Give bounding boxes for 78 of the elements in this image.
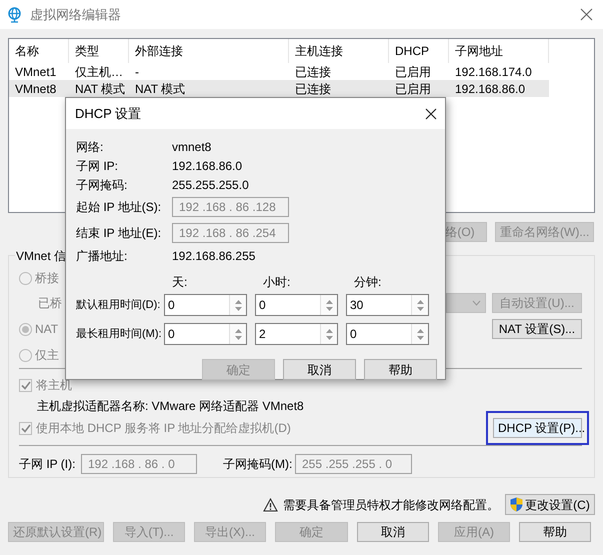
spin-box[interactable]: 0 [255, 294, 338, 316]
caret-icon [472, 300, 481, 306]
table-cell-text: VMnet1 [14, 64, 58, 80]
field-label: 子网 IP: [76, 158, 120, 174]
column-label: 分钟: [354, 274, 382, 288]
dialog-title: DHCP 设置 [75, 104, 142, 123]
shield-icon [510, 497, 524, 512]
up-arrow-icon[interactable] [326, 328, 332, 332]
table-cell-text: 已连接 [294, 80, 332, 97]
dropdown[interactable] [446, 293, 486, 313]
field-value: 192.168.86.255 [172, 248, 256, 264]
up-arrow-icon[interactable] [234, 300, 242, 304]
nat-settings-button[interactable]: NAT 设置(S)... [492, 319, 582, 339]
field-value: 192.168.86.0 [172, 158, 242, 174]
table-cell-text: - [134, 64, 140, 80]
window-title: 虚拟网络编辑器 [30, 6, 121, 24]
close-icon[interactable] [425, 108, 437, 120]
down-arrow-icon[interactable] [234, 306, 242, 310]
column-header[interactable]: DHCP [389, 39, 449, 63]
spin-box[interactable]: 30 [346, 294, 429, 316]
checkbox-label: 使用本地 DHCP 服务将 IP 地址分配给虚拟机(D) [36, 420, 291, 437]
field-label: 广播地址: [76, 248, 128, 264]
table-cell-text: 192.168.174.0 [454, 64, 533, 80]
admin-notice: 需要具备管理员特权才能修改网络配置。 [283, 496, 499, 514]
radio-label: NAT [35, 321, 58, 338]
field-label: 子网掩码(M): [223, 456, 294, 473]
down-arrow-icon[interactable] [416, 336, 424, 340]
adapter-name: 主机虚拟适配器名称: VMware 网络适配器 VMnet8 [37, 398, 304, 415]
dialog-button[interactable]: 帮助 [364, 359, 437, 380]
radio-label: 桥接 [35, 270, 59, 287]
spin-box[interactable]: 2 [255, 323, 338, 345]
change-settings-button[interactable]: 更改设置(C) [505, 494, 595, 515]
group-title: VMnet 信 [15, 247, 68, 265]
up-arrow-icon[interactable] [326, 300, 332, 304]
table-cell-text: 仅主机… [74, 64, 124, 80]
column-label: 天: [172, 274, 188, 288]
table-cell-text: VMnet8 [14, 80, 58, 97]
table-cell-text: NAT 模式 [74, 80, 126, 97]
column-header[interactable]: 名称 [9, 39, 69, 63]
spin-box[interactable]: 0 [346, 323, 429, 345]
table-cell-text: NAT 模式 [134, 80, 186, 97]
field-value: 255.255.255.0 [172, 176, 249, 194]
field-label: 默认租用时间(D): [76, 298, 162, 313]
field-value: vmnet8 [172, 138, 212, 156]
field-label: 结束 IP 地址(E): [76, 225, 162, 242]
field-label: 起始 IP 地址(S): [76, 199, 162, 216]
up-arrow-icon[interactable] [234, 328, 242, 332]
down-arrow-icon[interactable] [326, 336, 332, 340]
down-arrow-icon[interactable] [416, 306, 424, 310]
table-cell-text: 已启用 [394, 64, 432, 80]
warning-icon [263, 498, 278, 512]
spin-box[interactable]: 0 [164, 294, 247, 316]
column-header[interactable]: 类型 [69, 39, 129, 63]
table-cell-text: 已连接 [294, 64, 332, 80]
field-label: 网络: [76, 138, 104, 156]
up-arrow-icon[interactable] [416, 328, 424, 332]
column-header[interactable]: 外部连接 [129, 39, 289, 63]
table-cell-text: 已启用 [394, 80, 432, 97]
column-label: 小时: [263, 274, 290, 288]
table-cell-text: 192.168.86.0 [454, 80, 526, 97]
radio-label: 仅主 [35, 347, 59, 364]
down-arrow-icon[interactable] [234, 336, 242, 340]
field-label: 已桥 [38, 295, 62, 312]
spin-box[interactable]: 0 [164, 323, 247, 345]
field-label: 最长租用时间(M): [76, 326, 163, 342]
footer-button[interactable]: 取消 [357, 522, 429, 542]
checkbox-label: 将主机 [36, 377, 72, 394]
column-header[interactable]: 子网地址 [449, 39, 549, 63]
table-row[interactable]: VMnet8 NAT 模式 NAT 模式 已连接 已启用 192.168.86.0 [9, 80, 549, 97]
column-header[interactable]: 主机连接 [289, 39, 389, 63]
field-label: 子网 IP (I): [19, 456, 76, 473]
up-arrow-icon[interactable] [416, 300, 424, 304]
field-label: 子网掩码: [76, 176, 128, 194]
globe-icon [7, 6, 22, 22]
dialog-button[interactable]: 取消 [283, 359, 356, 380]
down-arrow-icon[interactable] [326, 306, 332, 310]
footer-button[interactable]: 帮助 [519, 522, 591, 542]
table-row[interactable]: VMnet1 仅主机… - 已连接 已启用 192.168.174.0 [9, 63, 549, 80]
